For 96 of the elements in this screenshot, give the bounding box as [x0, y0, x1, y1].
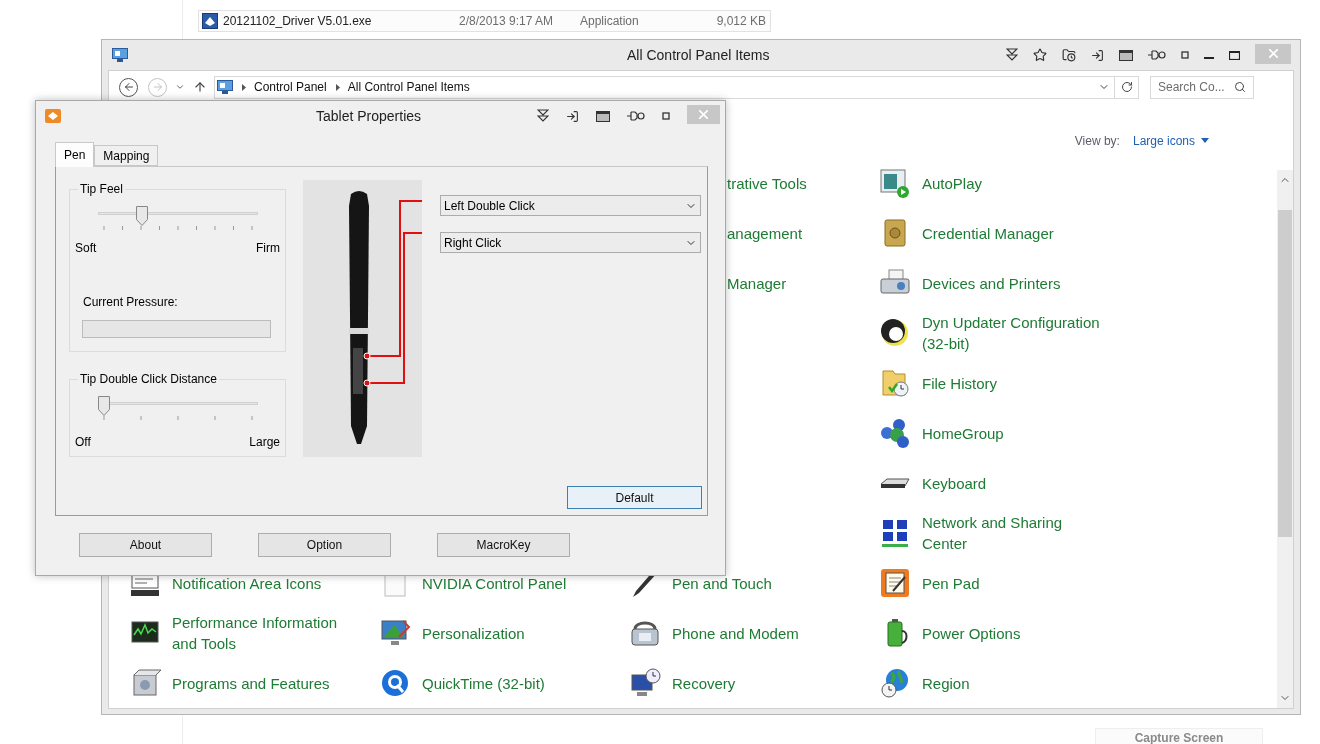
back-arrow-icon [122, 81, 135, 93]
double-triangle-icon[interactable] [1006, 48, 1018, 62]
breadcrumb-item[interactable]: All Control Panel Items [347, 78, 470, 96]
network-icon [879, 517, 911, 549]
file-size: 9,012 KB [716, 13, 766, 30]
square-icon[interactable] [662, 112, 670, 120]
disc-icon [379, 667, 411, 699]
view-by-dropdown[interactable]: Large icons [1132, 131, 1209, 150]
max-label: Firm [256, 240, 280, 257]
star-icon[interactable] [1033, 48, 1047, 62]
applet-link[interactable]: Phone and Modem [672, 622, 799, 644]
close-icon [1268, 49, 1278, 58]
breadcrumb-arrow-icon [242, 83, 246, 91]
window-icon[interactable] [1119, 49, 1133, 61]
window-title: All Control Panel Items [627, 45, 770, 65]
applet-link[interactable]: anagement [727, 222, 803, 244]
file-row[interactable]: 20121102_Driver V5.01.exe 2/8/2013 9:17 AM Application 9,012 KB [198, 10, 771, 32]
square-icon[interactable] [1181, 51, 1189, 59]
plug-icon[interactable] [627, 110, 645, 122]
installer-icon [202, 13, 218, 29]
min-label: Soft [75, 240, 97, 257]
address-field[interactable]: Control Panel All Control Panel Items [214, 75, 1139, 99]
window-play-icon [879, 167, 911, 199]
dialog-button[interactable]: MacroKey [437, 533, 570, 557]
refresh-icon [1120, 81, 1133, 93]
applet-link[interactable]: Notification Area Icons [172, 572, 322, 594]
applet-link[interactable]: HomeGroup [922, 422, 1004, 444]
breadcrumb-item[interactable]: Control Panel [254, 78, 327, 96]
group-label: Tip Double Click Distance [79, 371, 218, 388]
app-icon [45, 108, 61, 124]
capture-screen-button[interactable]: Capture Screen [1095, 728, 1263, 744]
file-type: Application [580, 13, 640, 30]
file-date: 2/8/2013 9:17 AM [459, 13, 555, 30]
applet-link[interactable]: File History [922, 372, 997, 394]
spheres-icon [879, 417, 911, 449]
recent-pages-icon[interactable] [175, 82, 185, 92]
notepad-icon [879, 567, 911, 599]
ring-icon [879, 317, 911, 349]
breadcrumb-arrow-icon [335, 83, 340, 91]
dialog-button[interactable]: Option [258, 533, 391, 557]
min-label: Off [75, 434, 91, 451]
slider-thumb[interactable] [136, 206, 149, 226]
enter-icon[interactable] [566, 109, 579, 123]
applet-link[interactable]: Pen and Touch [672, 572, 772, 594]
slider[interactable] [98, 396, 258, 416]
applet-link[interactable]: Region [922, 672, 970, 694]
applet-link[interactable]: Devices and Printers [922, 272, 1061, 294]
search-field[interactable]: Search Co... [1150, 75, 1254, 99]
applet-link[interactable]: QuickTime (32-bit) [422, 672, 545, 694]
control-panel-icon [112, 48, 128, 62]
applet-link[interactable]: Manager [727, 272, 787, 294]
applet-link[interactable]: AutoPlay [922, 172, 983, 194]
applet-link[interactable]: Credential Manager [922, 222, 1054, 244]
applet-link[interactable]: trative Tools [727, 172, 807, 194]
applet-link[interactable]: Pen Pad [922, 572, 980, 594]
applet-link[interactable]: Programs and Features [172, 672, 330, 694]
enter-icon[interactable] [1091, 48, 1104, 62]
slider-thumb[interactable] [98, 396, 110, 416]
tab[interactable]: Mapping [94, 145, 159, 166]
applet-link[interactable]: Power Options [922, 622, 1021, 644]
applet-link[interactable]: Personalization [422, 622, 525, 644]
select-field[interactable]: Left Double Click [440, 195, 701, 216]
search-input[interactable]: Search Co... [1158, 78, 1230, 96]
applet-link[interactable]: Performance Information and Tools [172, 612, 356, 654]
double-triangle-icon[interactable] [537, 109, 549, 123]
folder-clock-icon [879, 367, 911, 399]
tab[interactable]: Pen [55, 142, 95, 167]
pressure-label: Current Pressure: [83, 294, 179, 311]
globe-icon [879, 667, 911, 699]
dialog-button[interactable]: About [79, 533, 212, 557]
file-name: 20121102_Driver V5.01.exe [223, 13, 373, 30]
window-title: Tablet Properties [316, 106, 422, 126]
close-icon [699, 109, 708, 119]
select-field[interactable]: Right Click [440, 232, 701, 253]
control-panel-icon [217, 80, 233, 94]
applet-link[interactable]: Network and Sharing Center [922, 512, 1106, 554]
forward-arrow-icon [151, 81, 164, 93]
plug-icon[interactable] [1148, 49, 1166, 61]
maximize-icon[interactable] [1229, 50, 1240, 60]
applet-link[interactable]: NVIDIA Control Panel [422, 572, 567, 594]
max-label: Large [249, 434, 280, 451]
applet-link[interactable]: Keyboard [922, 472, 987, 494]
slider[interactable] [98, 206, 258, 226]
keyboard-icon [879, 476, 911, 490]
folder-clock-icon[interactable] [1062, 48, 1076, 62]
applet-link[interactable]: Dyn Updater Configuration (32-bit) [922, 312, 1106, 354]
window-icon[interactable] [596, 110, 610, 122]
up-icon[interactable] [193, 80, 207, 94]
dialog-button[interactable]: Default [567, 486, 702, 509]
view-by-label: View by: [1074, 132, 1120, 150]
caret-icon [1201, 138, 1209, 143]
search-icon [1234, 81, 1246, 93]
applet-link[interactable]: Recovery [672, 672, 736, 694]
minimize-icon[interactable] [1204, 56, 1214, 60]
computer-icon [629, 667, 661, 699]
group-label: Tip Feel [79, 181, 124, 198]
